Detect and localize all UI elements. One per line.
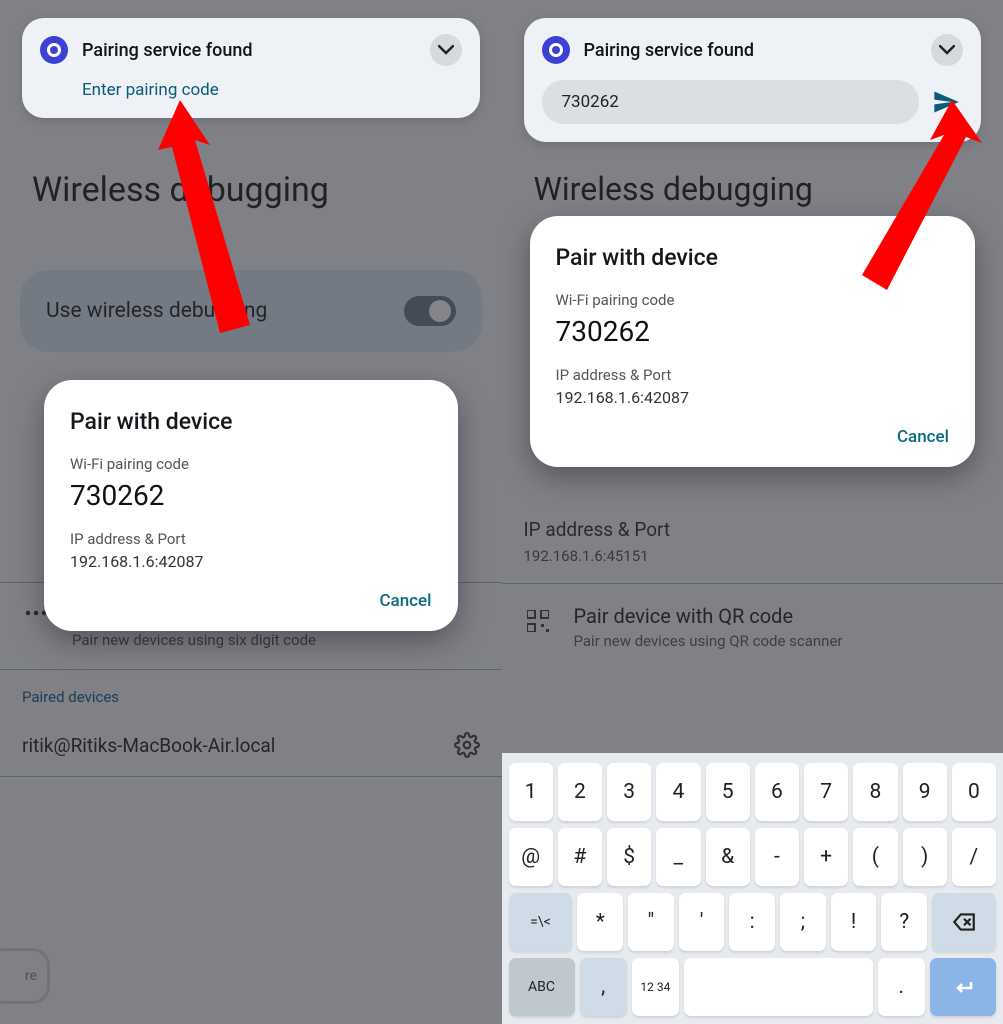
key-colon[interactable]: : — [729, 893, 775, 951]
key-symbols[interactable]: =\< — [509, 893, 573, 951]
keyboard-row-3: =\< * " ' : ; ! ? — [506, 893, 1000, 951]
key-4[interactable]: 4 — [656, 763, 700, 821]
key-5[interactable]: 5 — [706, 763, 750, 821]
key-rparen[interactable]: ) — [903, 828, 947, 886]
gear-icon[interactable] — [454, 732, 480, 758]
page-title: Wireless debugging — [32, 170, 502, 210]
send-icon[interactable] — [929, 85, 963, 119]
key-lparen[interactable]: ( — [853, 828, 897, 886]
key-3[interactable]: 3 — [607, 763, 651, 821]
key-numpad[interactable]: 12 34 — [632, 958, 679, 1016]
ip-value: 192.168.1.6:42087 — [70, 552, 432, 571]
key-qmark[interactable]: ? — [881, 893, 927, 951]
dialog-title: Pair with device — [70, 408, 432, 435]
partial-button: re — [0, 948, 50, 1004]
ip-value: 192.168.1.6:42087 — [556, 388, 950, 407]
banner-title: Pairing service found — [584, 40, 918, 61]
chevron-down-icon[interactable] — [931, 34, 963, 66]
key-minus[interactable]: - — [755, 828, 799, 886]
wireless-debug-toggle-card[interactable]: Use wireless debugging — [20, 270, 482, 352]
key-backspace-icon[interactable] — [932, 893, 996, 951]
screenshot-right: Wireless debugging IP address & Port 192… — [502, 0, 1003, 1024]
key-enter-icon[interactable] — [930, 958, 996, 1016]
key-bang[interactable]: ! — [831, 893, 877, 951]
screenshot-left: Wireless debugging Use wireless debuggin… — [0, 0, 502, 1024]
pairing-code: 730262 — [556, 315, 950, 348]
key-9[interactable]: 9 — [903, 763, 947, 821]
key-space[interactable] — [684, 958, 873, 1016]
key-underscore[interactable]: _ — [656, 828, 700, 886]
key-at[interactable]: @ — [509, 828, 553, 886]
key-plus[interactable]: + — [804, 828, 848, 886]
key-squote[interactable]: ' — [679, 893, 725, 951]
key-abc[interactable]: ABC — [509, 958, 575, 1016]
paired-devices-header: Paired devices — [0, 670, 502, 714]
qr-icon — [524, 610, 552, 632]
cancel-button[interactable]: Cancel — [379, 591, 431, 611]
key-dollar[interactable]: $ — [607, 828, 651, 886]
key-2[interactable]: 2 — [558, 763, 602, 821]
pair-qr-title: Pair device with QR code — [574, 604, 843, 628]
ip-value: 192.168.1.6:45151 — [524, 547, 982, 565]
key-7[interactable]: 7 — [804, 763, 848, 821]
key-dot[interactable]: . — [878, 958, 925, 1016]
ip-label: IP address & Port — [556, 366, 950, 384]
bug-icon — [40, 36, 68, 64]
key-slash[interactable]: / — [952, 828, 996, 886]
bug-icon — [542, 36, 570, 64]
key-6[interactable]: 6 — [755, 763, 799, 821]
device-name: ritik@Ritiks-MacBook-Air.local — [22, 734, 275, 757]
banner-title: Pairing service found — [82, 40, 416, 61]
pairing-banner: Pairing service found Enter pairing code — [22, 18, 480, 118]
soft-keyboard: 1 2 3 4 5 6 7 8 9 0 @ # $ _ & - + ( ) / … — [502, 753, 1003, 1024]
key-hash[interactable]: # — [558, 828, 602, 886]
key-semicolon[interactable]: ; — [780, 893, 826, 951]
pair-dialog: Pair with device Wi-Fi pairing code 7302… — [530, 216, 976, 467]
ip-label: IP address & Port — [524, 518, 982, 541]
code-label: Wi-Fi pairing code — [70, 455, 432, 473]
pairing-code-input[interactable]: 730262 — [542, 80, 920, 124]
pair-qr-row[interactable]: Pair device with QR code Pair new device… — [502, 584, 1003, 670]
pair-dialog: Pair with device Wi-Fi pairing code 7302… — [44, 380, 458, 631]
key-comma[interactable]: , — [580, 958, 627, 1016]
key-amp[interactable]: & — [706, 828, 750, 886]
page-title: Wireless debugging — [534, 170, 1003, 208]
keyboard-row-2: @ # $ _ & - + ( ) / — [506, 828, 1000, 886]
key-star[interactable]: * — [577, 893, 623, 951]
keyboard-row-4: ABC , 12 34 . — [506, 958, 1000, 1016]
toggle-label: Use wireless debugging — [46, 299, 267, 323]
enter-pairing-code-link[interactable]: Enter pairing code — [82, 80, 462, 100]
key-dquote[interactable]: " — [628, 893, 674, 951]
chevron-down-icon[interactable] — [430, 34, 462, 66]
keyboard-row-1: 1 2 3 4 5 6 7 8 9 0 — [506, 763, 1000, 821]
pair-code-subtitle: Pair new devices using six digit code — [72, 631, 326, 649]
code-label: Wi-Fi pairing code — [556, 291, 950, 309]
cancel-button[interactable]: Cancel — [897, 427, 949, 447]
pairing-banner: Pairing service found 730262 — [524, 18, 982, 142]
key-1[interactable]: 1 — [509, 763, 553, 821]
paired-device-row[interactable]: ritik@Ritiks-MacBook-Air.local — [0, 714, 502, 776]
toggle-switch[interactable] — [404, 296, 456, 326]
pairing-code: 730262 — [70, 479, 432, 512]
ip-label: IP address & Port — [70, 530, 432, 548]
key-0[interactable]: 0 — [952, 763, 996, 821]
dialog-title: Pair with device — [556, 244, 950, 271]
pair-qr-subtitle: Pair new devices using QR code scanner — [574, 632, 843, 650]
key-8[interactable]: 8 — [853, 763, 897, 821]
